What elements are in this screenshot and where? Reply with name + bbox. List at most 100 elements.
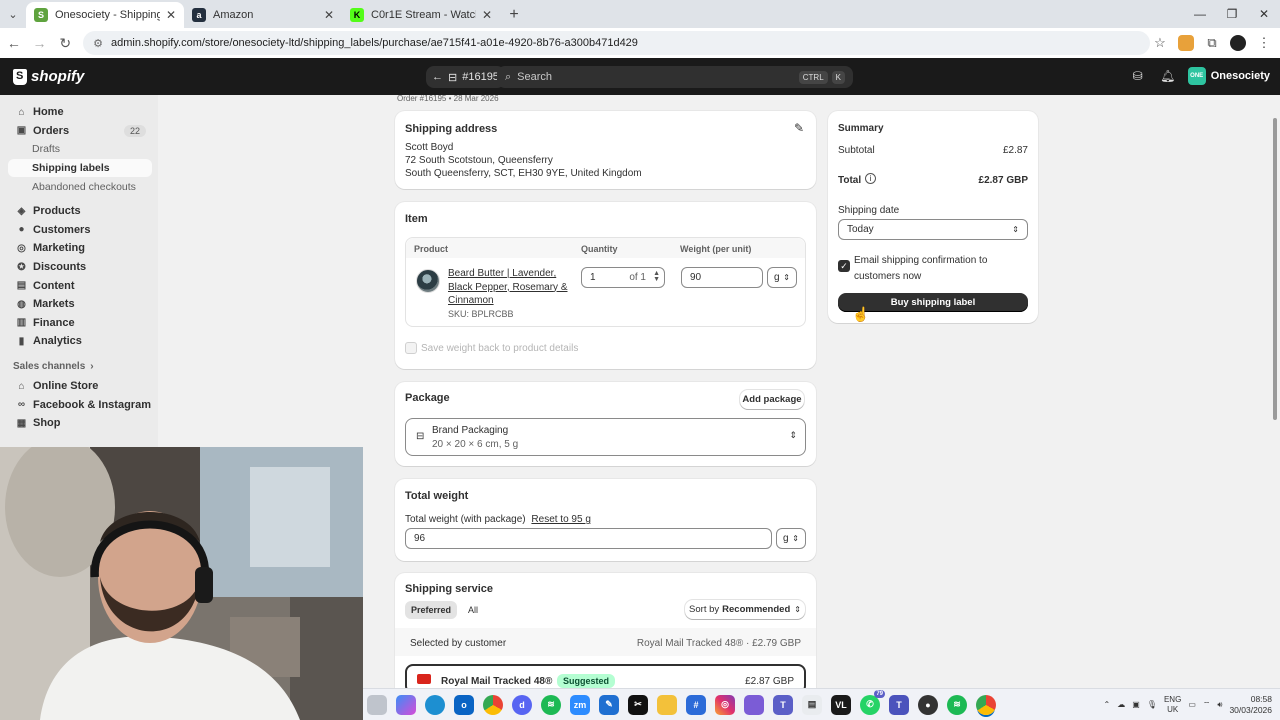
close-window-icon[interactable]: ✕ xyxy=(1248,0,1280,28)
sidebar-item-products[interactable]: ◈ Products xyxy=(0,202,158,221)
display-icon[interactable]: ▭ xyxy=(1188,700,1196,709)
sidebar-item-home[interactable]: ⌂ Home xyxy=(0,103,158,122)
url-field[interactable]: ⚙ admin.shopify.com/store/onesociety-ltd… xyxy=(83,31,1150,55)
instagram-icon[interactable]: ◎ xyxy=(715,694,735,715)
quantity-stepper[interactable]: 1 of 1 ▲ ▼ xyxy=(581,267,665,288)
shipping-date-select[interactable]: Today ⇕ xyxy=(838,219,1028,240)
search-input[interactable]: ⌕ Search CTRL K xyxy=(497,66,853,88)
sidebar-item-markets[interactable]: ◍ Markets xyxy=(0,295,158,314)
browser-menu-icon[interactable]: ⋮ xyxy=(1254,33,1274,53)
tab-all[interactable]: All xyxy=(461,601,485,619)
spotify-2-icon[interactable]: ≋ xyxy=(947,694,967,715)
discord-icon[interactable]: d xyxy=(512,694,532,715)
language-indicator[interactable]: ENG UK xyxy=(1164,695,1181,715)
sales-channels-heading[interactable]: Sales channels › xyxy=(0,357,158,377)
shopify-logo[interactable]: shopify xyxy=(13,68,84,85)
tab-preferred[interactable]: Preferred xyxy=(405,601,457,619)
pen-icon[interactable]: ✎ xyxy=(599,694,619,715)
back-icon[interactable]: ← xyxy=(2,31,26,55)
close-tab-icon[interactable]: ✕ xyxy=(166,8,176,22)
task-view-icon[interactable] xyxy=(367,694,387,715)
add-package-button[interactable]: Add package xyxy=(740,390,804,409)
calculator-icon[interactable]: # xyxy=(686,694,706,715)
chrome-active-icon[interactable] xyxy=(976,694,996,715)
notepad-icon[interactable]: ▤ xyxy=(802,694,822,715)
close-tab-icon[interactable]: ✕ xyxy=(482,8,492,22)
chrome-icon[interactable] xyxy=(483,694,503,715)
new-tab-button[interactable]: + xyxy=(500,2,528,28)
email-confirmation-checkbox[interactable]: ✓ xyxy=(838,260,850,272)
total-weight-unit: g xyxy=(783,533,789,544)
sidebar-item-online-store[interactable]: ⌂ Online Store xyxy=(0,377,158,396)
tab-shopify[interactable]: S Onesociety - Shipping labels · C ✕ xyxy=(26,2,184,28)
sidebar-item-shipping-labels[interactable]: Shipping labels xyxy=(8,158,152,178)
bell-icon[interactable]: 🔔︎ xyxy=(1158,66,1178,86)
sidebar-item-content[interactable]: ▤ Content xyxy=(0,276,158,295)
sort-select[interactable]: Sort by Recommended ⇕ xyxy=(685,600,805,619)
store-menu[interactable]: ONE Onesociety xyxy=(1187,67,1270,85)
profile-avatar-icon[interactable] xyxy=(1230,35,1246,51)
mic-icon[interactable]: 🎙︎ xyxy=(1147,700,1157,709)
file-explorer-icon[interactable] xyxy=(657,694,677,715)
info-icon[interactable]: i xyxy=(865,173,876,184)
sidebar-item-finance[interactable]: ▥ Finance xyxy=(0,314,158,333)
weight-unit-select[interactable]: g ⇕ xyxy=(767,267,797,288)
sidebar-item-abandoned-checkouts[interactable]: Abandoned checkouts xyxy=(0,177,158,196)
sidekick-icon[interactable]: ⛁ xyxy=(1128,66,1148,86)
save-weight-checkbox[interactable] xyxy=(405,342,417,354)
edge-icon[interactable] xyxy=(425,694,445,715)
total-weight-field[interactable]: 96 xyxy=(405,528,772,549)
spotify-icon[interactable]: ≋ xyxy=(541,694,561,715)
capcut-icon[interactable]: ✂ xyxy=(628,694,648,715)
tab-search-icon[interactable]: ⌄ xyxy=(0,0,26,28)
teams-icon[interactable]: T xyxy=(773,694,793,715)
shipping-option-price: £2.87 GBP xyxy=(745,676,794,687)
sidebar-item-shop[interactable]: ▦ Shop xyxy=(0,414,158,433)
photos-icon[interactable] xyxy=(744,694,764,715)
sidebar-item-discounts[interactable]: ✪ Discounts xyxy=(0,258,158,277)
extensions-puzzle-icon[interactable]: ⧉ xyxy=(1202,33,1222,53)
copilot-icon[interactable] xyxy=(396,694,416,715)
product-link[interactable]: Beard Butter | Lavender, Black Pepper, R… xyxy=(448,267,568,308)
zoom-icon[interactable]: zm xyxy=(570,694,590,715)
whatsapp-icon[interactable]: ✆ 79 xyxy=(860,689,885,715)
tab-kick[interactable]: K C0r1E Stream - Watch Live on K ✕ xyxy=(342,2,500,28)
volume-icon[interactable]: 🔊︎ xyxy=(1217,700,1222,710)
teams-2-icon[interactable]: T xyxy=(889,694,909,715)
bookmark-star-icon[interactable]: ☆ xyxy=(1150,33,1170,53)
vs-icon[interactable]: VL xyxy=(831,694,851,715)
maximize-icon[interactable]: ❐ xyxy=(1216,0,1248,28)
select-arrows-icon: ⇕ xyxy=(1012,225,1019,234)
clock[interactable]: 08:58 30/03/2026 xyxy=(1229,694,1272,716)
stepper-arrows-icon[interactable]: ▲ ▼ xyxy=(653,270,660,283)
weight-field[interactable]: 90 xyxy=(681,267,763,288)
sidebar-item-customers[interactable]: ● Customers xyxy=(0,221,158,240)
sidebar-item-orders[interactable]: ▣ Orders 22 xyxy=(0,122,158,141)
product-thumbnail[interactable] xyxy=(416,269,440,293)
sidebar-item-drafts[interactable]: Drafts xyxy=(0,140,158,159)
sidebar-item-facebook-instagram[interactable]: ∞ Facebook & Instagram xyxy=(0,395,158,414)
tab-amazon[interactable]: a Amazon ✕ xyxy=(184,2,342,28)
tray-chevron-icon[interactable]: ⌃ xyxy=(1104,700,1111,709)
edit-pencil-icon[interactable]: ✎ xyxy=(794,121,804,135)
minimize-icon[interactable]: — xyxy=(1184,0,1216,28)
app-tray-icon[interactable]: ▣ xyxy=(1132,700,1140,709)
sidebar-item-marketing[interactable]: ◎ Marketing xyxy=(0,239,158,258)
outlook-icon[interactable]: o xyxy=(454,694,474,715)
reset-weight-link[interactable]: Reset to 95 g xyxy=(531,514,590,525)
package-select[interactable]: ⊟ Brand Packaging 20 × 20 × 6 cm, 5 g ⇕ xyxy=(405,418,806,456)
site-info-icon[interactable]: ⚙ xyxy=(93,37,103,50)
forward-icon[interactable]: → xyxy=(28,31,52,55)
total-weight-value: 96 xyxy=(414,533,426,544)
onedrive-icon[interactable]: ☁ xyxy=(1117,700,1125,709)
order-back-chip[interactable]: ← ⊟ #16195 xyxy=(426,66,505,88)
close-tab-icon[interactable]: ✕ xyxy=(324,8,334,22)
extension-icon[interactable] xyxy=(1178,35,1194,51)
royal-mail-logo-icon xyxy=(417,674,431,684)
obs-icon[interactable]: ● xyxy=(918,694,938,715)
reload-icon[interactable]: ↻ xyxy=(53,31,77,55)
total-weight-unit-select[interactable]: g ⇕ xyxy=(776,528,806,549)
sidebar-item-analytics[interactable]: ▮ Analytics xyxy=(0,332,158,351)
page-scrollbar[interactable] xyxy=(1273,118,1277,420)
network-icon[interactable]: ⌔ xyxy=(1203,700,1211,710)
